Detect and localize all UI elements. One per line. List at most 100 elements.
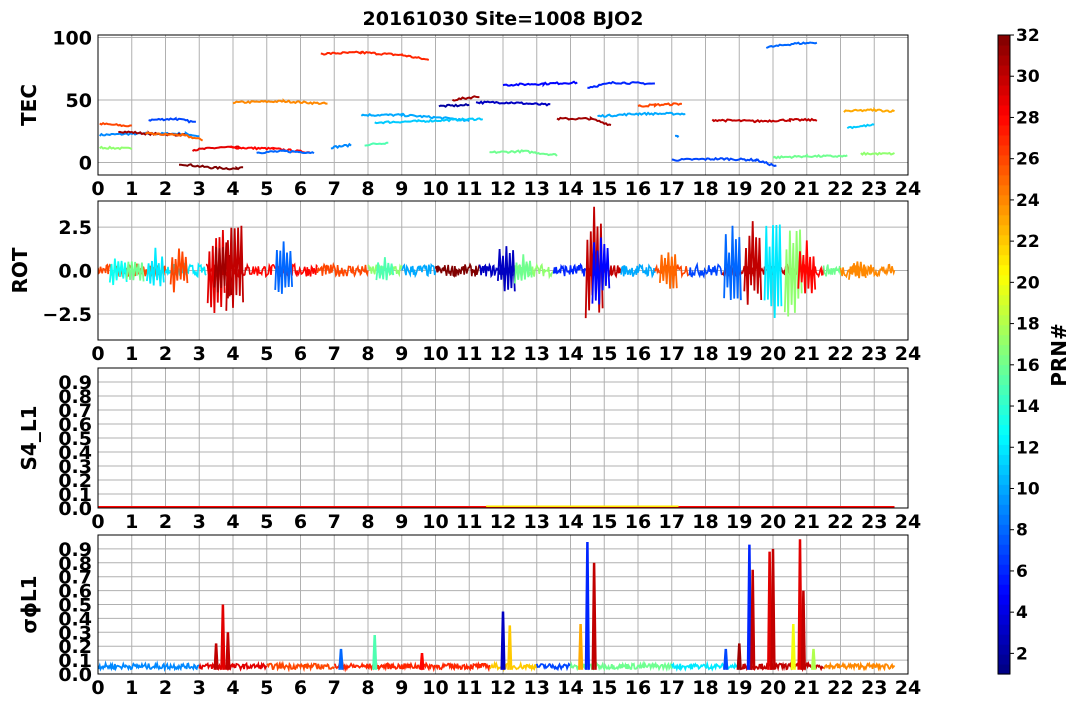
x-tick-label: 4 xyxy=(226,178,239,200)
colorbar-tick-label: 28 xyxy=(1016,108,1040,128)
x-tick-label: 2 xyxy=(159,343,172,365)
sigma-spike-prn-23 xyxy=(578,623,584,670)
colorbar-tick-label: 32 xyxy=(1016,26,1040,46)
x-tick-label: 7 xyxy=(328,178,341,200)
tec-series-prn-3 xyxy=(475,100,551,107)
tec-series-prn-30 xyxy=(711,117,818,124)
tec-series-prn-17 xyxy=(99,145,133,151)
x-tick-label: 6 xyxy=(294,677,307,699)
x-tick-label: 9 xyxy=(395,677,408,699)
colorbar-tick-label: 22 xyxy=(1016,232,1040,252)
colorbar-segment xyxy=(998,254,1010,266)
x-tick-label: 23 xyxy=(861,677,887,699)
colorbar-segment xyxy=(998,364,1010,376)
x-tick-label: 2 xyxy=(159,511,172,533)
colorbar-segment xyxy=(998,614,1010,625)
sigma-series-prn-26 xyxy=(266,660,335,673)
x-tick-label: 6 xyxy=(294,178,307,200)
rot-series-prn-26 xyxy=(316,262,369,278)
colorbar-segment xyxy=(998,414,1010,425)
colorbar-segment xyxy=(998,174,1010,186)
colorbar-segment xyxy=(998,274,1010,286)
colorbar-segment xyxy=(998,134,1010,146)
colorbar-segment xyxy=(998,334,1010,346)
colorbar-segment xyxy=(998,424,1010,435)
colorbar-tick-label: 20 xyxy=(1016,273,1040,293)
rot-spike-prn-15 xyxy=(375,257,395,281)
x-tick-label: 20 xyxy=(760,343,786,365)
sigma-spike-prn-30 xyxy=(225,632,231,670)
x-tick-label: 11 xyxy=(456,343,482,365)
colorbar-segment xyxy=(998,514,1010,525)
x-tick-label: 3 xyxy=(193,343,206,365)
x-tick-label: 7 xyxy=(328,343,341,365)
colorbar-label: PRN# xyxy=(1047,323,1071,387)
sigma-spike-prn-18 xyxy=(810,648,817,670)
y-axis-label: TEC xyxy=(17,84,41,126)
colorbar-tick-label: 4 xyxy=(1016,603,1028,623)
x-tick-label: 21 xyxy=(794,343,820,365)
panel-1: 0 1 2 3 4 5 6 7 8 9 10 11 12 13 14 15 16 17 18 19 20 21 22 23 24… xyxy=(17,28,921,201)
y-axis-label: ROT xyxy=(8,247,32,293)
chart-title: 20161030 Site=1008 BJO2 xyxy=(363,8,644,30)
tec-series-prn-31 xyxy=(556,115,612,127)
x-tick-label: 19 xyxy=(726,178,752,200)
rot-spike-prn-3 xyxy=(497,246,516,292)
x-tick-label: 8 xyxy=(361,677,374,699)
x-tick-label: 10 xyxy=(422,677,448,699)
colorbar-segment xyxy=(998,654,1010,665)
y-tick-label: 100 xyxy=(52,28,92,50)
tec-series-prn-11 xyxy=(846,123,875,130)
x-tick-label: 4 xyxy=(226,677,239,699)
x-tick-label: 18 xyxy=(692,343,718,365)
colorbar-segment xyxy=(998,64,1010,76)
x-tick-label: 12 xyxy=(490,511,516,533)
colorbar-segment xyxy=(998,104,1010,116)
colorbar-segment xyxy=(998,554,1010,565)
x-tick-label: 1 xyxy=(125,511,138,533)
colorbar-segment xyxy=(998,664,1010,675)
colorbar-segment xyxy=(998,384,1010,396)
x-tick-label: 1 xyxy=(125,178,138,200)
x-tick-label: 11 xyxy=(456,511,482,533)
x-tick-label: 18 xyxy=(692,178,718,200)
tec-series-prn-8 xyxy=(256,148,315,155)
colorbar-segment xyxy=(998,114,1010,126)
tec-series-prn-8 xyxy=(765,41,818,49)
x-tick-label: 16 xyxy=(625,511,651,533)
sigma-spike-prn-29 xyxy=(220,604,226,670)
tec-series-prn-26 xyxy=(99,122,132,128)
x-tick-label: 10 xyxy=(422,511,448,533)
tec-series-prn-27 xyxy=(320,50,430,61)
panels: 0 1 2 3 4 5 6 7 8 9 10 11 12 13 14 15 16 17 18 19 20 21 22 23 24… xyxy=(8,28,921,700)
x-tick-label: 3 xyxy=(193,178,206,200)
colorbar-segment xyxy=(998,35,1010,46)
chart-figure: 20161030 Site=1008 BJO2 0 1 2 3 4 5 6 7 8 9 10 11 12… xyxy=(8,8,1071,700)
colorbar-segment xyxy=(998,164,1010,176)
x-tick-label: 23 xyxy=(861,343,887,365)
series-group xyxy=(98,206,896,319)
panel-4: 0 1 2 3 4 5 6 7 8 9 10 11 12 13 14 15 16 17 18 19 20 21 22 23 24… xyxy=(17,534,921,699)
sigma-spike-prn-20 xyxy=(790,623,796,670)
x-tick-label: 21 xyxy=(794,511,820,533)
rot-series-prn-24 xyxy=(839,263,896,279)
tec-series-prn-17 xyxy=(860,151,895,156)
colorbar-tick-label: 14 xyxy=(1016,397,1040,417)
x-tick-label: 23 xyxy=(861,511,887,533)
x-tick-label: 24 xyxy=(895,677,921,699)
sigma-spike-prn-30 xyxy=(770,548,776,670)
sigma-spike-prn-30 xyxy=(750,569,756,670)
colorbar-segment xyxy=(998,544,1010,555)
sigma-spike-prn-29 xyxy=(797,539,803,670)
tec-series-prn-16 xyxy=(489,149,558,157)
rot-spike-prn-5 xyxy=(591,237,611,305)
x-tick-label: 11 xyxy=(456,677,482,699)
colorbar-segment xyxy=(998,564,1010,575)
x-tick-label: 19 xyxy=(726,511,752,533)
sigma-series-prn-27 xyxy=(333,660,491,673)
colorbar-segment xyxy=(998,234,1010,246)
colorbar-segment xyxy=(998,284,1010,296)
colorbar: 2468101214161820222426283032 xyxy=(997,26,1040,675)
x-tick-label: 9 xyxy=(395,178,408,200)
x-tick-label: 21 xyxy=(794,178,820,200)
